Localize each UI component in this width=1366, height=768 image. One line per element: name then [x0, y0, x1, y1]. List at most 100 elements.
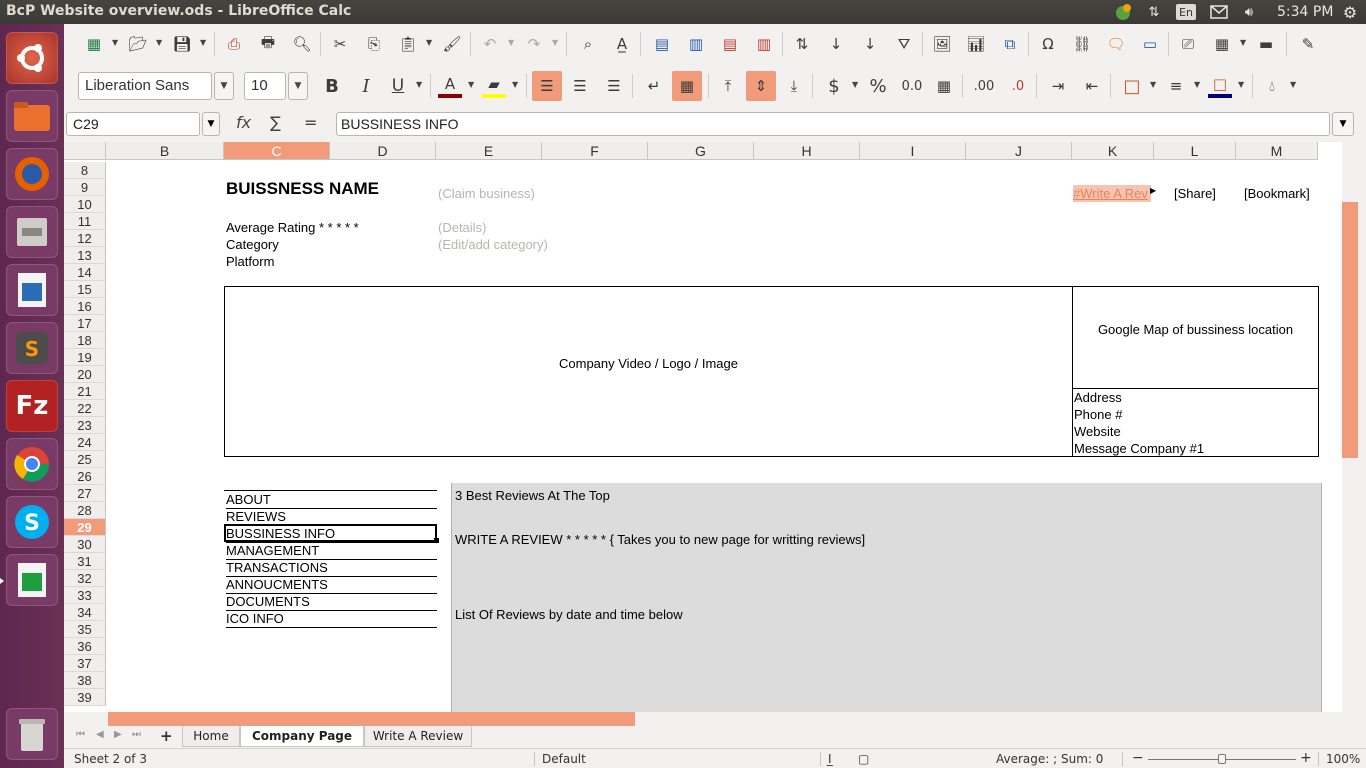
row-icon[interactable]: ▤ [650, 32, 674, 56]
headers-footers-icon[interactable]: ▭ [1138, 32, 1162, 56]
print-preview-icon[interactable]: 🔍︎ [290, 32, 314, 56]
next-sheet-icon[interactable]: ▶ [114, 729, 122, 740]
horizontal-scroll-thumb[interactable] [108, 712, 635, 726]
freeze-dropdown-icon[interactable]: ▼ [1240, 38, 1246, 47]
add-decimal-icon[interactable]: .00 [972, 74, 996, 98]
conditional-dropdown-icon[interactable]: ▼ [1290, 80, 1296, 89]
skype-icon[interactable]: S [6, 496, 58, 548]
column-header-b[interactable]: B [106, 142, 224, 160]
font-color-icon[interactable]: A [438, 74, 462, 98]
row-header-9[interactable]: 9 [64, 179, 106, 196]
write-review-link[interactable]: #Write A Rev [1073, 185, 1151, 202]
column-header-j[interactable]: J [966, 142, 1072, 160]
delete-row-icon[interactable]: ▤ [718, 32, 742, 56]
border-style-icon[interactable]: ≡ [1164, 74, 1188, 98]
network-icon[interactable]: ⇅ [1144, 2, 1164, 22]
write-review-text[interactable]: WRITE A REVIEW * * * * * { Takes you to … [455, 531, 865, 548]
align-bottom-icon[interactable]: ⤓ [782, 74, 806, 98]
column-header-e[interactable]: E [436, 142, 542, 160]
formula-icon[interactable]: = [304, 113, 317, 132]
align-right-icon[interactable]: ☰ [602, 74, 626, 98]
nav-documents[interactable]: DOCUMENTS [226, 593, 437, 611]
merge-center-icon[interactable]: ▦ [672, 71, 702, 101]
print-icon[interactable]: 🖶 [256, 32, 280, 56]
borders-dropdown-icon[interactable]: ▼ [1150, 80, 1156, 89]
mail-icon[interactable] [1208, 2, 1230, 22]
highlight-color-icon[interactable]: ▰ [482, 74, 506, 98]
decrease-indent-icon[interactable]: ⇤ [1080, 74, 1104, 98]
filezilla-icon[interactable]: Fz [6, 380, 58, 432]
nav-about[interactable]: ABOUT [226, 491, 437, 509]
row-header-18[interactable]: 18 [64, 332, 106, 349]
column-header-m[interactable]: M [1236, 142, 1318, 160]
border-style-dropdown-icon[interactable]: ▼ [1194, 80, 1200, 89]
row-header-24[interactable]: 24 [64, 434, 106, 451]
find-replace-icon[interactable]: ⌕ [576, 32, 600, 56]
address-label[interactable]: Address [1074, 389, 1122, 406]
insert-mode-icon[interactable]: I̲ [828, 752, 832, 766]
hyperlink-icon[interactable]: ⛓ [1070, 32, 1094, 56]
row-header-33[interactable]: 33 [64, 587, 106, 604]
row-header-19[interactable]: 19 [64, 349, 106, 366]
ubuntu-dash-icon[interactable] [6, 32, 58, 84]
row-header-27[interactable]: 27 [64, 485, 106, 502]
draw-functions-icon[interactable]: ✎ [1296, 32, 1320, 56]
column-header-c[interactable]: C [224, 142, 330, 160]
conditional-format-icon[interactable]: 💧︎ [1260, 74, 1284, 98]
paste-dropdown-icon[interactable]: ▼ [426, 38, 432, 47]
page-style[interactable]: Default [542, 752, 586, 766]
column-header-k[interactable]: K [1072, 142, 1154, 160]
row-header-16[interactable]: 16 [64, 298, 106, 315]
underline-icon[interactable]: U [386, 74, 410, 98]
column-header-h[interactable]: H [754, 142, 860, 160]
center-vertically-icon[interactable]: ⇕ [746, 71, 776, 101]
border-color-dropdown-icon[interactable]: ▼ [1238, 80, 1244, 89]
open-folder-icon[interactable]: 📂︎ [126, 32, 150, 56]
column-header-g[interactable]: G [648, 142, 754, 160]
fill-handle[interactable] [434, 538, 439, 543]
row-header-10[interactable]: 10 [64, 196, 106, 213]
keyboard-language-indicator[interactable]: En [1176, 4, 1196, 20]
row-header-28[interactable]: 28 [64, 502, 106, 519]
highlight-dropdown-icon[interactable]: ▼ [512, 80, 518, 89]
bold-icon[interactable]: B [320, 74, 344, 98]
column-icon[interactable]: ▥ [684, 32, 708, 56]
undo-dropdown-icon[interactable]: ▼ [508, 38, 514, 47]
row-header-12[interactable]: 12 [64, 230, 106, 247]
row-header-37[interactable]: 37 [64, 655, 106, 672]
selection-stats[interactable]: Average: ; Sum: 0 [996, 752, 1103, 766]
font-size-box[interactable]: 10 [244, 72, 286, 100]
settings-gear-icon[interactable]: ⚙ [1340, 2, 1360, 22]
row-header-15[interactable]: 15 [64, 281, 106, 298]
open-dropdown-icon[interactable]: ▼ [156, 38, 162, 47]
pivot-table-icon[interactable]: ⧉ [998, 32, 1022, 56]
select-all-corner[interactable] [64, 142, 106, 160]
zoom-level[interactable]: 100% [1326, 752, 1360, 766]
volume-icon[interactable]: 🔊︎ [1238, 2, 1260, 22]
tab-company-page[interactable]: Company Page #1 [240, 726, 364, 763]
undo-icon[interactable]: ↶ [478, 32, 502, 56]
website-label[interactable]: Website [1074, 423, 1121, 440]
border-color-icon[interactable]: □ [1208, 74, 1232, 98]
share-link[interactable]: [Share] [1174, 185, 1216, 202]
font-name-dropdown-icon[interactable]: ▼ [214, 72, 234, 100]
row-header-25[interactable]: 25 [64, 451, 106, 468]
new-dropdown-icon[interactable]: ▼ [112, 38, 118, 47]
row-header-17[interactable]: 17 [64, 315, 106, 332]
function-wizard-icon[interactable]: fx [236, 113, 251, 132]
row-header-31[interactable]: 31 [64, 553, 106, 570]
insert-image-icon[interactable]: 🖼︎ [930, 32, 954, 56]
average-rating[interactable]: Average Rating * * * * * [226, 219, 359, 236]
files-folder-icon[interactable] [6, 90, 58, 142]
list-reviews-text[interactable]: List Of Reviews by date and time below [455, 606, 683, 623]
sort-ascending-icon[interactable]: ↓ [824, 32, 848, 56]
split-window-icon[interactable]: ▬ [1254, 32, 1278, 56]
formula-input[interactable]: BUSSINESS INFO [336, 112, 1330, 136]
trash-icon[interactable] [6, 708, 58, 760]
zoom-out-icon[interactable]: − [1132, 750, 1144, 766]
cut-icon[interactable]: ✂ [328, 32, 352, 56]
message-company-label[interactable]: Message Company #1 [1074, 440, 1204, 457]
libreoffice-calc-icon[interactable] [6, 554, 58, 606]
freeze-rows-columns-icon[interactable]: ▦ [1210, 32, 1234, 56]
nav-transactions[interactable]: TRANSACTIONS [226, 559, 437, 577]
